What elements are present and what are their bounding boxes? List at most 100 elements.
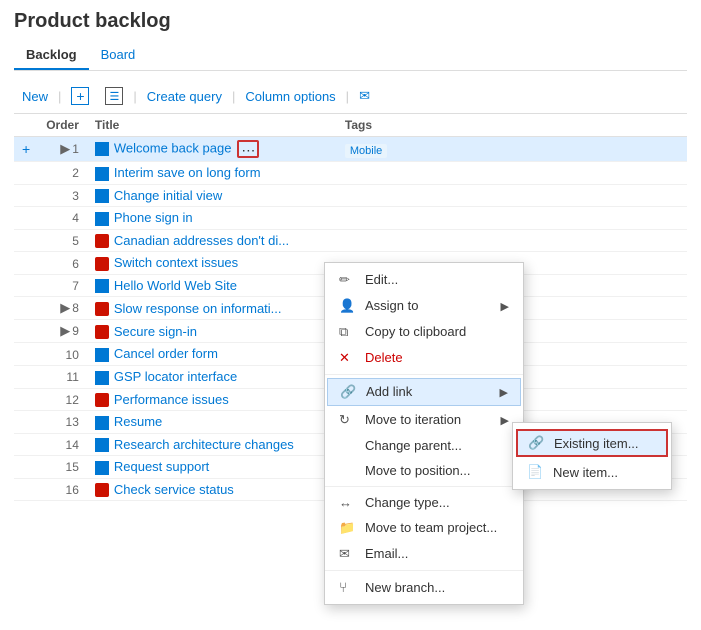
tab-backlog[interactable]: Backlog xyxy=(14,41,89,70)
bug-icon xyxy=(95,393,109,407)
ctx-email[interactable]: ✉Email... xyxy=(325,541,523,567)
divider2 xyxy=(325,486,523,487)
row-title-cell: Interim save on long form xyxy=(87,162,337,185)
context-dots-button[interactable]: ⋯ xyxy=(237,140,259,158)
row-order-cell: 3 xyxy=(38,184,87,207)
row-add-cell xyxy=(14,252,38,275)
row-title-link[interactable]: Hello World Web Site xyxy=(114,278,237,293)
story-icon xyxy=(95,348,109,362)
row-expand-icon[interactable]: ▶ xyxy=(60,323,70,338)
page: Product backlog Backlog Board New | + ☰ … xyxy=(0,0,701,630)
table-row: 3 Change initial view xyxy=(14,184,687,207)
row-add-cell xyxy=(14,411,38,434)
column-options-label: Column options xyxy=(245,89,335,104)
row-title-link[interactable]: Switch context issues xyxy=(114,255,238,270)
row-number: 15 xyxy=(66,460,79,474)
ctx-edit[interactable]: ✏Edit... xyxy=(325,267,523,293)
create-query-button[interactable]: Create query xyxy=(139,85,230,108)
tab-bar: Backlog Board xyxy=(14,41,687,71)
tab-board[interactable]: Board xyxy=(89,41,148,70)
row-order-cell: 4 xyxy=(38,207,87,230)
row-title-link[interactable]: Performance issues xyxy=(114,392,229,407)
row-expand-icon[interactable]: ▶ xyxy=(60,300,70,315)
row-title-link[interactable]: Research architecture changes xyxy=(114,437,294,452)
row-number: 5 xyxy=(72,234,79,248)
row-title-link[interactable]: Secure sign-in xyxy=(114,324,197,339)
row-add-icon[interactable]: + xyxy=(22,141,30,157)
row-add-cell xyxy=(14,162,38,185)
ctx-delete[interactable]: ✕Delete xyxy=(325,345,523,371)
row-number: 14 xyxy=(66,438,79,452)
row-title-link[interactable]: GSP locator interface xyxy=(114,369,237,384)
new-button[interactable]: New xyxy=(14,85,56,108)
row-add-cell xyxy=(14,433,38,456)
row-title-link[interactable]: Change initial view xyxy=(114,188,222,203)
ctx-change-type[interactable]: ↔Change type... xyxy=(325,490,523,515)
email-toolbar-button[interactable]: ✉ xyxy=(351,84,378,108)
submenu-existing-item[interactable]: 🔗 Existing item... xyxy=(516,429,668,457)
existing-link-icon: 🔗 xyxy=(528,435,546,451)
row-title-cell: Research architecture changes xyxy=(87,433,337,456)
ctx-move-iteration[interactable]: ↻Move to iteration ▶ xyxy=(325,407,523,433)
row-number: 2 xyxy=(72,166,79,180)
layout-icon-button[interactable]: ☰ xyxy=(97,83,131,109)
ctx-move-team[interactable]: 📁Move to team project... xyxy=(325,515,523,541)
ctx-move-position[interactable]: Move to position... xyxy=(325,458,523,483)
row-title-link[interactable]: Phone sign in xyxy=(114,210,193,225)
row-add-cell xyxy=(14,343,38,366)
row-order-cell: 14 xyxy=(38,433,87,456)
bug-icon xyxy=(95,234,109,248)
row-title-cell: Hello World Web Site xyxy=(87,274,337,297)
ctx-copy-clipboard[interactable]: ⧉Copy to clipboard xyxy=(325,319,523,345)
row-title-link[interactable]: Resume xyxy=(114,414,162,429)
ctx-new-branch[interactable]: ⑂New branch... xyxy=(325,574,523,600)
row-title-link[interactable]: Cancel order form xyxy=(114,346,218,361)
ctx-change-parent[interactable]: Change parent... xyxy=(325,433,523,458)
assign-icon: 👤 xyxy=(339,298,357,314)
row-number: 3 xyxy=(72,189,79,203)
row-order-cell: 13 xyxy=(38,411,87,434)
row-title-cell: Cancel order form xyxy=(87,343,337,366)
bug-icon xyxy=(95,325,109,339)
row-tags-cell xyxy=(337,207,687,230)
row-number: 1 xyxy=(72,142,79,156)
row-expand-icon[interactable]: ▶ xyxy=(60,141,70,156)
add-icon-button[interactable]: + xyxy=(63,83,97,109)
row-title-link[interactable]: Interim save on long form xyxy=(114,165,261,180)
row-title-link[interactable]: Canadian addresses don't di... xyxy=(114,233,289,248)
row-title-link[interactable]: Check service status xyxy=(114,482,234,497)
add-link-arrow: ▶ xyxy=(500,386,508,399)
row-number: 11 xyxy=(66,370,78,384)
row-number: 12 xyxy=(66,393,79,407)
row-title-cell: Request support xyxy=(87,456,337,479)
row-order-cell: 11 xyxy=(38,365,87,388)
row-number: 9 xyxy=(72,324,79,338)
row-number: 4 xyxy=(72,211,79,225)
column-options-button[interactable]: Column options xyxy=(237,85,343,108)
ctx-add-link[interactable]: 🔗Add link ▶ xyxy=(327,378,521,406)
move-team-icon: 📁 xyxy=(339,520,357,536)
toolbar: New | + ☰ | Create query | Column option… xyxy=(14,79,687,114)
ctx-assign-to[interactable]: 👤Assign to ▶ xyxy=(325,293,523,319)
story-icon xyxy=(95,438,109,452)
story-icon xyxy=(95,371,109,385)
row-add-cell xyxy=(14,456,38,479)
bug-icon xyxy=(95,257,109,271)
row-title-link[interactable]: Request support xyxy=(114,459,209,474)
row-number: 6 xyxy=(72,257,79,271)
bug-icon xyxy=(95,483,109,497)
new-item-icon: 📄 xyxy=(527,464,545,480)
row-title-cell: Check service status xyxy=(87,478,337,501)
add-icon: + xyxy=(71,87,89,105)
sep2: | xyxy=(133,89,136,104)
row-title-link[interactable]: Slow response on informati... xyxy=(114,301,282,316)
submenu-add-link: 🔗 Existing item... 📄 New item... xyxy=(512,422,672,490)
submenu-new-item[interactable]: 📄 New item... xyxy=(513,459,671,485)
row-number: 8 xyxy=(72,301,79,315)
col-title: Title xyxy=(87,114,337,137)
row-number: 16 xyxy=(66,483,79,497)
table-row: +▶1Welcome back page⋯Mobile xyxy=(14,137,687,162)
row-title-link[interactable]: Welcome back page xyxy=(114,140,232,155)
move-iteration-icon: ↻ xyxy=(339,412,357,428)
add-link-icon: 🔗 xyxy=(340,384,358,400)
